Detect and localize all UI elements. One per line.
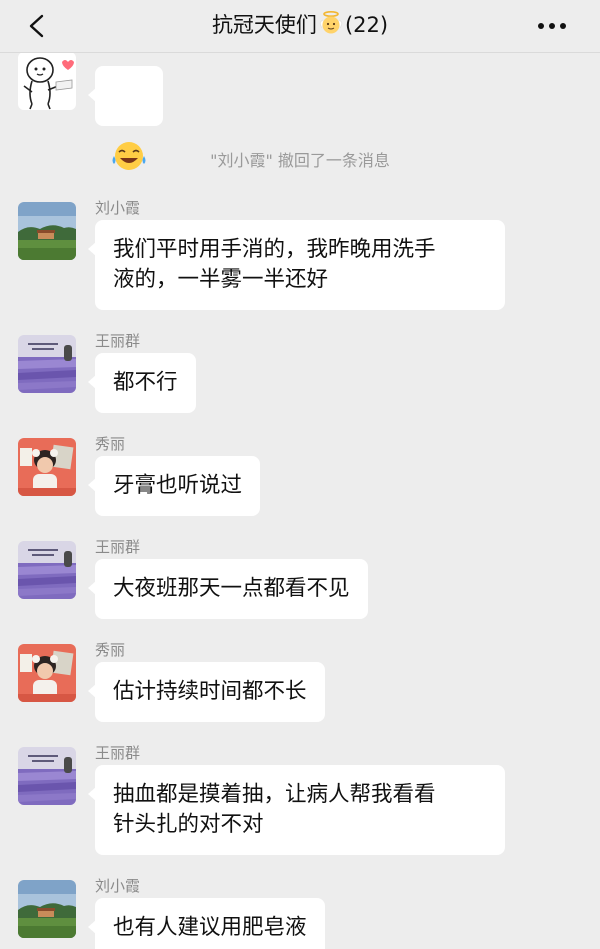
chat-title: 抗冠天使们 (22)	[0, 10, 600, 40]
girl-photo-avatar[interactable]	[18, 438, 76, 496]
sender-name: 王丽群	[95, 744, 141, 762]
cartoon-sticker-avatar[interactable]	[18, 52, 76, 110]
message-bubble[interactable]: 牙膏也听说过	[87, 456, 261, 516]
sender-name: 刘小霞	[95, 199, 141, 217]
message-bubble[interactable]: 抽血都是摸着抽，让病人帮我看看 针头扎的对不对	[88, 765, 505, 855]
message-bubble[interactable]: 估计持续时间都不长	[88, 662, 325, 722]
group-name: 抗冠天使们	[211, 13, 317, 37]
sender-name: 刘小霞	[95, 877, 141, 895]
lavender-field-avatar[interactable]	[18, 541, 76, 599]
message-bubble[interactable]: 也有人建议用肥皂液	[88, 898, 325, 949]
landscape-avatar[interactable]	[18, 202, 76, 260]
message-bubble[interactable]: 都不行	[88, 353, 196, 413]
emoji-bubble[interactable]	[88, 66, 163, 170]
lavender-field-avatar[interactable]	[18, 747, 76, 805]
lavender-field-avatar[interactable]	[18, 335, 76, 393]
sender-name: 王丽群	[95, 332, 141, 350]
landscape-avatar[interactable]	[18, 880, 76, 938]
chat-header: 抗冠天使们 (22)	[0, 0, 600, 53]
more-dots-icon[interactable]	[532, 12, 572, 40]
message-bubble[interactable]: 大夜班那天一点都看不见	[88, 559, 368, 619]
angel-emoji-icon	[319, 10, 343, 34]
recall-notice: "刘小霞" 撤回了一条消息	[210, 151, 390, 170]
chat-messages[interactable]: "刘小霞" 撤回了一条消息 刘小霞 我们平时用手消的，我昨晚用洗手 液的，一半雾…	[0, 52, 600, 949]
girl-photo-avatar[interactable]	[18, 644, 76, 702]
sender-name: 秀丽	[95, 435, 126, 453]
message-bubble[interactable]: 我们平时用手消的，我昨晚用洗手 液的，一半雾一半还好	[88, 220, 505, 310]
member-count: (22)	[344, 13, 389, 37]
sender-name: 秀丽	[95, 641, 126, 659]
sender-name: 王丽群	[95, 538, 141, 556]
